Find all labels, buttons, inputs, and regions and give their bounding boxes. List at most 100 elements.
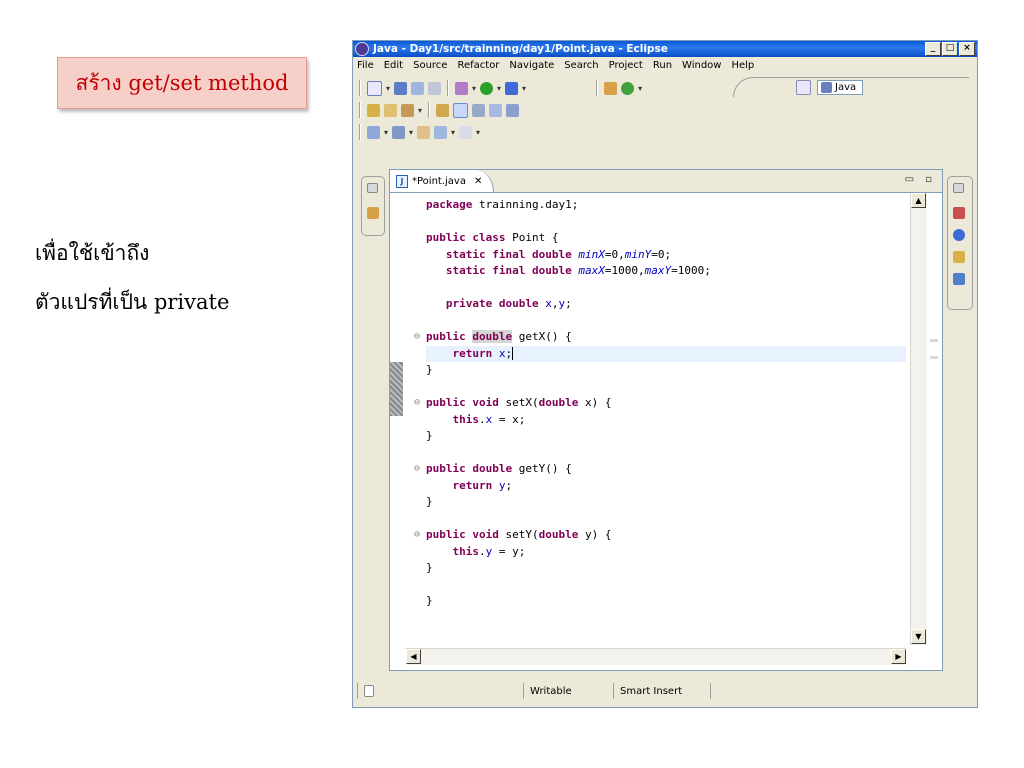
- fold-toggle-icon[interactable]: ⊖: [414, 398, 424, 408]
- code-line[interactable]: this.x = x;: [426, 412, 906, 428]
- show-source-icon[interactable]: [489, 103, 503, 117]
- status-fastview[interactable]: [357, 683, 374, 699]
- slide-title-box: สร้าง get/set method: [57, 57, 307, 109]
- code-line[interactable]: static final double minX=0,minY=0;: [426, 247, 906, 263]
- code-line[interactable]: ⊖ public void setY(double y) {: [414, 527, 906, 543]
- code-line[interactable]: ⊖ public double getX() {: [414, 329, 906, 345]
- print-icon[interactable]: [428, 81, 442, 95]
- code-area[interactable]: package trainning.day1; public class Poin…: [414, 193, 906, 645]
- save-all-icon[interactable]: [411, 81, 425, 95]
- fold-toggle-icon[interactable]: ⊖: [414, 464, 424, 474]
- scroll-left-button[interactable]: ◀: [406, 649, 421, 664]
- problems-icon[interactable]: [953, 207, 965, 219]
- highlight-occurrences-icon[interactable]: [453, 102, 469, 118]
- code-line[interactable]: [426, 445, 906, 461]
- open-perspective-icon[interactable]: [796, 80, 811, 95]
- forward-icon[interactable]: [459, 125, 473, 139]
- next-annotation-icon[interactable]: [367, 125, 380, 139]
- tab-point-java[interactable]: J *Point.java ✕: [390, 170, 494, 192]
- toggle-mark-icon[interactable]: [436, 103, 450, 117]
- menu-help[interactable]: Help: [731, 60, 754, 71]
- code-line[interactable]: this.y = y;: [426, 544, 906, 560]
- declaration-icon[interactable]: [953, 251, 965, 263]
- code-line[interactable]: ⊖ public double getY() {: [414, 461, 906, 477]
- java-perspective-icon: [821, 82, 832, 93]
- vertical-scrollbar[interactable]: ▲ ▼: [910, 193, 927, 645]
- code-line[interactable]: [426, 511, 906, 527]
- toolbar-area: ▾ ▾ ▾ ▾ ▾ ▾ ▾ ▾ ▾ ▾ Java: [353, 73, 977, 151]
- code-line[interactable]: }: [426, 494, 906, 510]
- external-tools-icon[interactable]: [505, 81, 519, 95]
- run-icon[interactable]: [480, 81, 494, 95]
- console-icon[interactable]: [953, 273, 965, 285]
- package-explorer-icon[interactable]: [367, 207, 379, 219]
- slide-note-line-2: ตัวแปรที่เป็น private: [35, 290, 230, 314]
- new-class-icon[interactable]: [621, 81, 635, 95]
- perspective-bar: Java: [733, 77, 969, 97]
- save-icon[interactable]: [394, 81, 408, 95]
- code-line[interactable]: return y;: [426, 478, 906, 494]
- java-perspective-label: Java: [835, 82, 857, 93]
- left-minimized-panel: [361, 176, 385, 236]
- menu-source[interactable]: Source: [413, 60, 447, 71]
- code-line[interactable]: package trainning.day1;: [426, 197, 906, 213]
- scroll-up-button[interactable]: ▲: [911, 193, 926, 208]
- new-java-project-icon[interactable]: [604, 81, 618, 95]
- block-selection-icon[interactable]: [472, 103, 486, 117]
- writable-label: Writable: [530, 685, 572, 697]
- fold-toggle-icon[interactable]: ⊖: [414, 332, 424, 342]
- editor-view-controls[interactable]: ▭ ▫: [905, 174, 936, 185]
- status-insert-mode: Smart Insert: [613, 683, 711, 699]
- menu-navigate[interactable]: Navigate: [509, 60, 554, 71]
- tab-close-icon[interactable]: ✕: [474, 176, 482, 187]
- horizontal-scrollbar[interactable]: ◀ ▶: [406, 648, 906, 665]
- open-type-icon[interactable]: [367, 103, 380, 117]
- code-line[interactable]: }: [426, 362, 906, 378]
- code-line[interactable]: return x;: [426, 345, 906, 362]
- restore-icon[interactable]: [367, 183, 378, 193]
- javadoc-icon[interactable]: [953, 229, 965, 241]
- prev-annotation-icon[interactable]: [392, 125, 406, 139]
- close-button[interactable]: ×: [959, 42, 975, 56]
- search-icon[interactable]: [401, 103, 414, 117]
- fold-toggle-icon[interactable]: ⊖: [414, 530, 424, 540]
- code-line[interactable]: [426, 379, 906, 395]
- scroll-right-button[interactable]: ▶: [891, 649, 906, 664]
- code-line[interactable]: static final double maxX=1000,maxY=1000;: [426, 263, 906, 279]
- overview-ruler[interactable]: [928, 193, 940, 645]
- eclipse-window: Java - Day1/src/trainning/day1/Point.jav…: [352, 40, 978, 708]
- slide-note-line-1: เพื่อใช้เข้าถึง: [35, 241, 150, 265]
- menu-file[interactable]: File: [357, 60, 374, 71]
- back-icon[interactable]: [434, 125, 448, 139]
- text-cursor: [512, 346, 514, 360]
- debug-icon[interactable]: [455, 81, 469, 95]
- scroll-down-button[interactable]: ▼: [911, 629, 926, 644]
- code-line[interactable]: }: [426, 593, 906, 609]
- restore-right-icon[interactable]: [953, 183, 964, 193]
- code-line[interactable]: ⊖ public void setX(double x) {: [414, 395, 906, 411]
- code-line[interactable]: public class Point {: [426, 230, 906, 246]
- code-line[interactable]: [426, 280, 906, 296]
- menu-run[interactable]: Run: [653, 60, 672, 71]
- minimize-button[interactable]: _: [925, 42, 941, 56]
- fast-view-icon[interactable]: [364, 685, 374, 697]
- code-line[interactable]: [426, 577, 906, 593]
- code-line[interactable]: }: [426, 428, 906, 444]
- menu-refactor[interactable]: Refactor: [457, 60, 499, 71]
- code-line[interactable]: [426, 214, 906, 230]
- code-line[interactable]: private double x,y;: [426, 296, 906, 312]
- insert-mode-label: Smart Insert: [620, 685, 683, 697]
- menu-window[interactable]: Window: [682, 60, 721, 71]
- code-line[interactable]: }: [426, 560, 906, 576]
- last-edit-icon[interactable]: [417, 125, 431, 139]
- code-line[interactable]: [426, 313, 906, 329]
- title-bar[interactable]: Java - Day1/src/trainning/day1/Point.jav…: [353, 41, 977, 57]
- open-resource-icon[interactable]: [384, 103, 397, 117]
- show-whitespace-icon[interactable]: [506, 103, 520, 117]
- maximize-button[interactable]: □: [942, 42, 958, 56]
- menu-project[interactable]: Project: [609, 60, 643, 71]
- menu-search[interactable]: Search: [564, 60, 598, 71]
- menu-edit[interactable]: Edit: [384, 60, 403, 71]
- new-icon[interactable]: [367, 80, 382, 96]
- java-perspective-button[interactable]: Java: [817, 80, 864, 95]
